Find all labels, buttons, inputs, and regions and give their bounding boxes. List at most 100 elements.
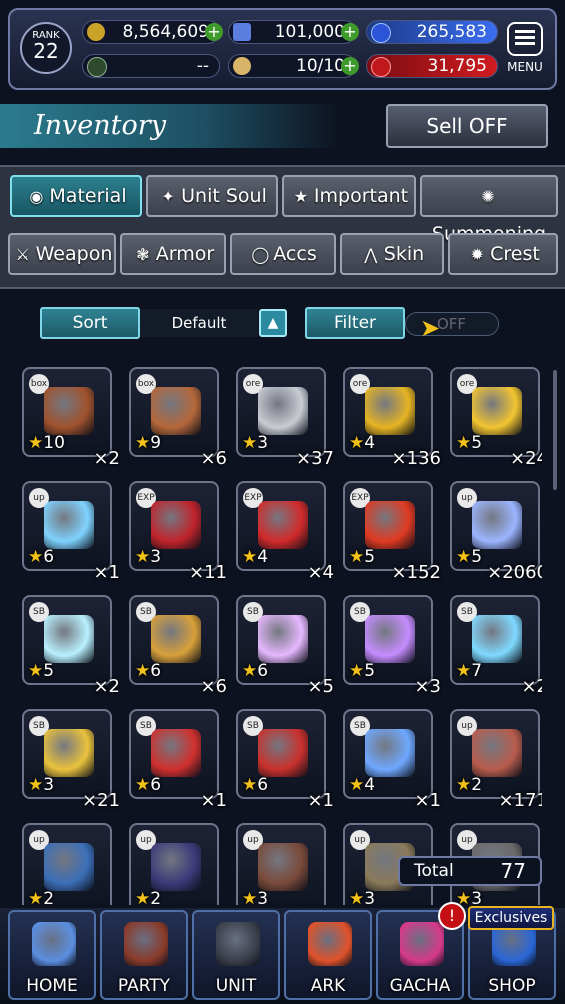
item-count: ×2 bbox=[93, 676, 120, 697]
item-rarity: ★3 bbox=[456, 889, 482, 905]
rarity-value: 2 bbox=[43, 889, 55, 905]
pointer-cursor-icon: ➤ bbox=[420, 314, 441, 342]
item-image bbox=[472, 729, 522, 777]
item-slot[interactable]: ore★5×24 bbox=[450, 367, 542, 469]
menu-button[interactable]: MENU bbox=[503, 22, 547, 82]
rarity-value: 3 bbox=[257, 433, 269, 453]
item-slot[interactable]: up★2×203 bbox=[129, 823, 227, 905]
tab-accs[interactable]: ◯ Accs bbox=[230, 233, 336, 275]
item-count: ×5 bbox=[307, 676, 334, 697]
filter-button[interactable]: Filter bbox=[305, 307, 405, 339]
item-rarity: ★5 bbox=[456, 547, 482, 567]
item-slot[interactable]: ore ★4 ×136 bbox=[343, 367, 441, 469]
sort-value[interactable]: Default bbox=[140, 309, 258, 337]
item-rarity: ★6 bbox=[135, 775, 161, 795]
item-image bbox=[365, 387, 415, 435]
tab-unit-soul[interactable]: ✦ Unit Soul bbox=[146, 175, 278, 217]
sell-toggle-button[interactable]: Sell OFF bbox=[386, 104, 548, 148]
blue-resource-counter: 265,583 bbox=[366, 20, 498, 44]
item-rarity: ★4 bbox=[349, 775, 375, 795]
nav-label: ARK bbox=[310, 976, 346, 996]
item-slot[interactable]: EXP ★4 ×4 bbox=[236, 481, 334, 583]
item-count: ×3 bbox=[414, 676, 441, 697]
star-icon: ★ bbox=[242, 661, 258, 681]
item-slot[interactable]: up★2×126 bbox=[22, 823, 120, 905]
item-count: ×229 bbox=[285, 904, 334, 905]
grid-scrollbar[interactable] bbox=[553, 370, 557, 490]
add-gil-button[interactable]: + bbox=[205, 23, 223, 41]
tab-skin[interactable]: ⋀ Skin bbox=[340, 233, 444, 275]
nav-label: PARTY bbox=[117, 976, 171, 996]
star-icon: ★ bbox=[456, 775, 472, 795]
item-rarity: ★3 bbox=[349, 889, 375, 905]
item-rarity: ★6 bbox=[242, 775, 268, 795]
lapis-value: 101,000 bbox=[274, 22, 345, 42]
item-image bbox=[365, 615, 415, 663]
top-status-bar: RANK 22 8,564,609 + 101,000 + 265,583 --… bbox=[8, 8, 557, 90]
nav-party-button[interactable]: PARTY bbox=[100, 910, 188, 1000]
tab-material[interactable]: ◉ Material bbox=[10, 175, 142, 217]
sort-button[interactable]: Sort bbox=[40, 307, 140, 339]
star-icon: ★ bbox=[242, 889, 258, 905]
item-slot[interactable]: SB ★5 ×3 bbox=[343, 595, 441, 697]
nav-ark-button[interactable]: ARK bbox=[284, 910, 372, 1000]
menu-icon bbox=[507, 22, 543, 56]
item-slot[interactable]: SB ★6 ×6 bbox=[129, 595, 227, 697]
rarity-value: 2 bbox=[150, 889, 162, 905]
blue-orb-icon bbox=[371, 23, 391, 43]
item-slot[interactable]: SB ★6 ×1 bbox=[236, 709, 334, 811]
item-count: ×152 bbox=[391, 562, 441, 583]
guild-value: -- bbox=[196, 56, 209, 76]
nav-label: HOME bbox=[26, 976, 78, 996]
sort-order-button[interactable]: ▲ bbox=[259, 309, 287, 337]
item-slot[interactable]: up ★5 ×2060 bbox=[450, 481, 542, 583]
item-slot[interactable]: box ★10 ×2 bbox=[22, 367, 120, 469]
tab-crest[interactable]: ✹ Crest bbox=[448, 233, 558, 275]
item-slot[interactable]: box ★9 ×6 bbox=[129, 367, 227, 469]
add-stamina-button[interactable]: + bbox=[341, 57, 359, 75]
guild-counter: -- bbox=[82, 54, 220, 78]
total-value: 77 bbox=[500, 859, 526, 883]
tab-summoning[interactable]: ✺Summoning bbox=[420, 175, 558, 245]
item-slot[interactable]: SB ★3 ×21 bbox=[22, 709, 120, 811]
star-icon: ★ bbox=[456, 547, 472, 567]
item-slot[interactable]: SB ★6 ×1 bbox=[129, 709, 227, 811]
rarity-value: 3 bbox=[150, 547, 162, 567]
item-slot[interactable]: SB ★6 ×5 bbox=[236, 595, 334, 697]
item-slot[interactable]: up★2×171 bbox=[450, 709, 542, 811]
star-icon: ★ bbox=[135, 661, 151, 681]
item-image bbox=[472, 615, 522, 663]
nav-label: SHOP bbox=[488, 976, 536, 996]
exclusives-tag[interactable]: Exclusives bbox=[468, 906, 554, 930]
item-slot[interactable]: SB ★5 ×2 bbox=[22, 595, 120, 697]
star-icon: ★ bbox=[349, 889, 365, 905]
item-rarity: ★3 bbox=[242, 433, 268, 453]
item-slot[interactable]: SB★7×2 bbox=[450, 595, 542, 697]
star-icon: ★ bbox=[293, 186, 309, 206]
alert-badge: ! bbox=[438, 902, 466, 930]
add-lapis-button[interactable]: + bbox=[341, 23, 359, 41]
ark-icon bbox=[308, 922, 352, 966]
tab-weapon[interactable]: ⚔ Weapon bbox=[8, 233, 116, 275]
item-slot[interactable]: up ★6 ×1 bbox=[22, 481, 120, 583]
item-slot[interactable]: ore ★3 ×37 bbox=[236, 367, 334, 469]
star-icon: ★ bbox=[242, 547, 258, 567]
item-image bbox=[258, 387, 308, 435]
rarity-value: 5 bbox=[471, 547, 483, 567]
item-image bbox=[472, 387, 522, 435]
tab-armor[interactable]: ❃ Armor bbox=[120, 233, 226, 275]
star-icon: ★ bbox=[28, 775, 44, 795]
item-image bbox=[258, 615, 308, 663]
nav-home-button[interactable]: HOME bbox=[8, 910, 96, 1000]
item-slot[interactable]: up★3×229 bbox=[236, 823, 334, 905]
item-slot[interactable]: EXP ★3 ×11 bbox=[129, 481, 227, 583]
item-count: ×2 bbox=[521, 676, 542, 697]
item-slot[interactable]: SB ★4 ×1 bbox=[343, 709, 441, 811]
item-rarity: ★9 bbox=[135, 433, 161, 453]
tab-important[interactable]: ★ Important bbox=[282, 175, 416, 217]
star-icon: ★ bbox=[28, 661, 44, 681]
item-slot[interactable]: EXP ★5 ×152 bbox=[343, 481, 441, 583]
item-count: ×1 bbox=[414, 790, 441, 811]
item-image bbox=[258, 729, 308, 777]
nav-unit-button[interactable]: UNIT bbox=[192, 910, 280, 1000]
